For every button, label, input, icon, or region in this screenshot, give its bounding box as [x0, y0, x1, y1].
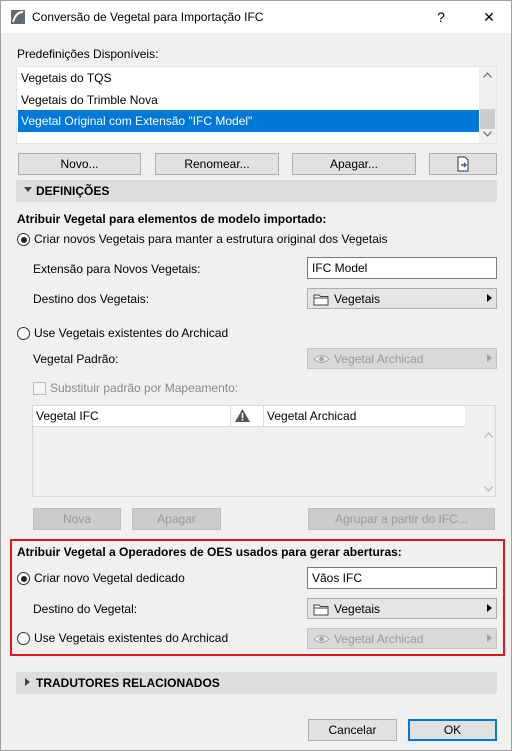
scroll-thumb[interactable]	[480, 109, 495, 129]
presets-list[interactable]: Vegetais do TQS Vegetais do Trimble Nova…	[16, 66, 497, 144]
column-divider	[263, 406, 264, 426]
assign-heading: Atribuir Vegetal para elementos de model…	[17, 212, 327, 226]
create-dedicated-radio[interactable]	[17, 572, 30, 585]
definitions-section-label: DEFINIÇÕES	[36, 184, 110, 198]
title-bar: Conversão de Vegetal para Importação IFC…	[1, 1, 511, 33]
eye-icon	[313, 635, 330, 643]
expand-arrow-icon	[25, 678, 30, 686]
delete-preset-button[interactable]: Apagar...	[292, 153, 416, 175]
list-item[interactable]: Vegetais do Trimble Nova	[18, 89, 481, 111]
scroll-down-icon[interactable]	[484, 486, 493, 492]
extension-label: Extensão para Novos Vegetais:	[33, 262, 201, 276]
group-from-ifc-button[interactable]: Agrupar a partir do IFC...	[308, 508, 495, 530]
column-ifc-header: Vegetal IFC	[36, 409, 99, 423]
openings-destination-select[interactable]: Vegetais	[307, 598, 497, 619]
scroll-up-icon[interactable]	[484, 432, 493, 438]
rename-preset-button[interactable]: Renomear...	[155, 153, 279, 175]
presets-label: Predefinições Disponíveis:	[17, 47, 159, 61]
openings-destination-label: Destino do Vegetal:	[33, 602, 138, 616]
destination-label: Destino dos Vegetais:	[33, 292, 150, 306]
chevron-right-icon	[487, 634, 492, 642]
destination-value: Vegetais	[334, 292, 381, 306]
openings-existing-select[interactable]: Vegetal Archicad	[307, 628, 497, 649]
dialog-window: Conversão de Vegetal para Importação IFC…	[0, 0, 512, 751]
scroll-down-icon[interactable]	[483, 131, 492, 137]
table-delete-button[interactable]: Apagar	[132, 508, 221, 530]
presets-scrollbar[interactable]	[479, 67, 496, 143]
mapping-table[interactable]: Vegetal IFC Vegetal Archicad	[32, 405, 496, 497]
definitions-section-header[interactable]: DEFINIÇÕES	[16, 180, 497, 202]
chevron-right-icon	[487, 354, 492, 362]
create-new-radio[interactable]	[17, 233, 30, 246]
use-existing-radio[interactable]	[17, 327, 30, 340]
warning-icon	[235, 409, 250, 422]
new-preset-button[interactable]: Novo...	[18, 153, 141, 175]
openings-destination-value: Vegetais	[334, 602, 381, 616]
help-button[interactable]: ?	[419, 1, 463, 33]
replace-label: Substituir padrão por Mapeamento:	[50, 381, 239, 395]
openings-use-existing-label: Use Vegetais existentes do Archicad	[34, 631, 229, 645]
extension-input[interactable]: IFC Model	[307, 257, 497, 279]
create-new-label: Criar novos Vegetais para manter a estru…	[34, 232, 388, 246]
column-archicad-header: Vegetal Archicad	[267, 409, 357, 423]
openings-use-existing-radio[interactable]	[17, 632, 30, 645]
export-preset-button[interactable]	[429, 153, 497, 175]
default-layer-select[interactable]: Vegetal Archicad	[307, 348, 497, 369]
eye-icon	[313, 355, 330, 363]
list-item-selected[interactable]: Vegetal Original com Extensão "IFC Model…	[18, 110, 481, 132]
translators-section-header[interactable]: TRADUTORES RELACIONADOS	[16, 672, 497, 694]
translators-section-label: TRADUTORES RELACIONADOS	[36, 676, 220, 690]
openings-heading: Atribuir Vegetal a Operadores de OES usa…	[17, 545, 402, 559]
cancel-button[interactable]: Cancelar	[308, 719, 397, 741]
archicad-app-icon	[11, 10, 25, 24]
table-new-button[interactable]: Nova	[33, 508, 121, 530]
window-title: Conversão de Vegetal para Importação IFC	[32, 10, 264, 24]
list-item[interactable]: Vegetais do TQS	[18, 67, 481, 89]
openings-existing-value: Vegetal Archicad	[334, 632, 424, 646]
chevron-right-icon	[487, 294, 492, 302]
replace-checkbox[interactable]	[33, 382, 46, 395]
scroll-up-icon[interactable]	[483, 72, 492, 78]
default-layer-label: Vegetal Padrão:	[33, 352, 119, 366]
ok-button[interactable]: OK	[408, 719, 497, 741]
collapse-arrow-icon	[24, 187, 32, 192]
chevron-right-icon	[487, 604, 492, 612]
column-divider	[230, 406, 231, 426]
table-header: Vegetal IFC Vegetal Archicad	[33, 406, 465, 427]
folder-icon	[313, 294, 329, 306]
default-layer-value: Vegetal Archicad	[334, 352, 424, 366]
create-dedicated-label: Criar novo Vegetal dedicado	[34, 571, 185, 585]
export-icon	[457, 156, 469, 172]
dedicated-layer-input[interactable]: Vãos IFC	[307, 567, 497, 589]
use-existing-label: Use Vegetais existentes do Archicad	[34, 326, 229, 340]
close-button[interactable]: ✕	[467, 1, 511, 33]
destination-select[interactable]: Vegetais	[307, 288, 497, 309]
folder-icon	[313, 604, 329, 616]
